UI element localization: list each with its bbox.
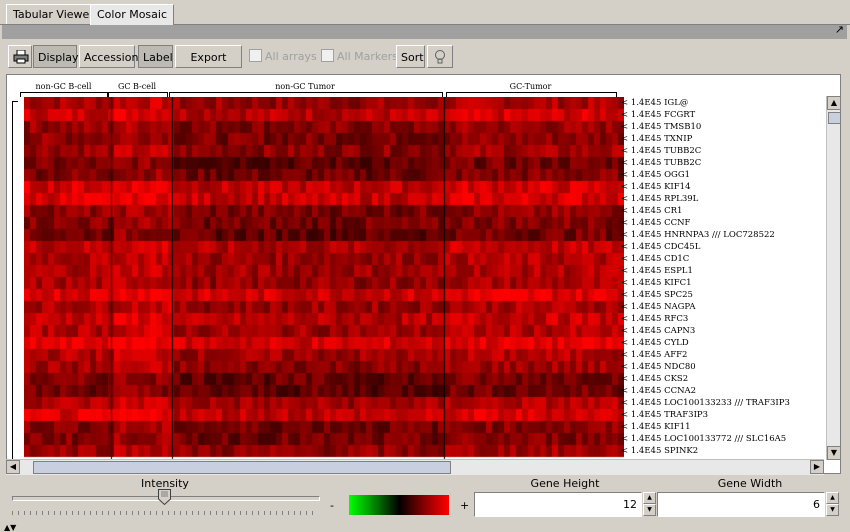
spin-up-icon[interactable]: ▲ — [643, 492, 656, 504]
maximize-icon[interactable]: ↗ — [835, 23, 844, 36]
gene-height-input[interactable]: 12 — [474, 492, 642, 517]
group-label-non-gc-tumor: non-GC Tumor — [275, 82, 335, 91]
marker-label: < 1.4E45 TXNIP — [621, 134, 693, 144]
gene-width-spinner[interactable]: ▲ ▼ — [826, 492, 839, 517]
toolbar: Display Accession Label Export Data All … — [0, 42, 850, 87]
lightbulb-button[interactable] — [427, 45, 453, 68]
marker-label: < 1.4E45 LOC100133233 /// TRAF3IP3 — [621, 398, 790, 408]
marker-label: < 1.4E45 IGL@ — [621, 98, 689, 108]
horizontal-scrollbar[interactable]: ◀ ▶ — [6, 459, 824, 475]
group-label-non-gc-b-cell: non-GC B-cell — [35, 82, 92, 91]
marker-label: < 1.4E45 SPINK2 — [621, 446, 699, 456]
colorbar-plus-label: + — [460, 499, 470, 512]
lightbulb-icon — [435, 50, 445, 64]
display-button[interactable]: Display — [33, 45, 79, 68]
scroll-left-button[interactable]: ◀ — [6, 460, 20, 474]
colorbar-minus-label: - — [330, 499, 334, 512]
horizontal-scroll-thumb[interactable] — [33, 461, 451, 474]
marker-label: < 1.4E45 KIF14 — [621, 182, 691, 192]
marker-label: < 1.4E45 TUBB2C — [621, 146, 702, 156]
tab-bar: Tabular Viewer Color Mosaic — [0, 0, 850, 25]
group-label-gc-tumor: GC-Tumor — [509, 82, 552, 91]
all-arrays-checkbox[interactable] — [249, 49, 262, 62]
marker-label: < 1.4E45 HNRNPA3 /// LOC728522 — [621, 230, 775, 240]
marker-label: < 1.4E45 TMSB10 — [621, 122, 702, 132]
export-data-button[interactable]: Export Data — [175, 45, 242, 87]
panel-title-bar: ↗ — [2, 23, 847, 39]
scroll-down-button[interactable]: ▼ — [827, 446, 840, 460]
marker-label: < 1.4E45 CD1C — [621, 254, 690, 264]
marker-label: < 1.4E45 CCNA2 — [621, 386, 697, 396]
spin-up-icon[interactable]: ▲ — [826, 492, 839, 504]
all-markers-label: All Markers — [337, 50, 398, 63]
bottom-controls: Intensity - + Gene Height 12 ▲ ▼ Gene Wid… — [0, 475, 850, 532]
vertical-scroll-thumb[interactable] — [828, 112, 840, 124]
spin-down-icon[interactable]: ▼ — [643, 504, 656, 516]
color-scale-bar — [349, 495, 449, 515]
all-markers-checkbox[interactable] — [321, 49, 334, 62]
marker-label: < 1.4E45 LOC100133772 /// SLC16A5 — [621, 434, 787, 444]
marker-label: < 1.4E45 OGG1 — [621, 170, 691, 180]
tab-color-mosaic[interactable]: Color Mosaic — [90, 4, 175, 25]
label-button[interactable]: Label — [138, 45, 173, 68]
gene-height-label: Gene Height — [530, 477, 600, 490]
marker-label-list: < 1.4E45 IGL@ < 1.4E45 FCGRT < 1.4E45 TMSB… — [621, 97, 821, 457]
gene-width-label: Gene Width — [717, 477, 783, 490]
marker-label: < 1.4E45 CR1 — [621, 206, 683, 216]
marker-label: < 1.4E45 CAPN3 — [621, 326, 696, 336]
marker-label: < 1.4E45 CKS2 — [621, 374, 689, 384]
marker-label: < 1.4E45 ESPL1 — [621, 266, 693, 276]
marker-label: < 1.4E45 CCNF — [621, 218, 691, 228]
dendrogram-bracket — [12, 101, 18, 473]
marker-label: < 1.4E45 CYLD — [621, 338, 689, 348]
gene-width-input[interactable]: 6 — [657, 492, 825, 517]
marker-label: < 1.4E45 NAGPA — [621, 302, 696, 312]
heatmap-mosaic[interactable] — [24, 97, 624, 459]
marker-label: < 1.4E45 KIFC1 — [621, 278, 692, 288]
all-arrays-label: All arrays — [265, 50, 317, 63]
marker-label: < 1.4E45 TUBB2C — [621, 158, 702, 168]
marker-label: < 1.4E45 RPL39L — [621, 194, 699, 204]
scroll-right-button[interactable]: ▶ — [810, 460, 824, 474]
printer-icon — [13, 49, 29, 64]
marker-label: < 1.4E45 CDC45L — [621, 242, 701, 252]
scroll-up-button[interactable]: ▲ — [827, 96, 840, 110]
vertical-scrollbar[interactable]: ▲ ▼ — [826, 96, 840, 460]
marker-label: < 1.4E45 KIF11 — [621, 422, 691, 432]
intensity-slider-knob[interactable] — [158, 489, 171, 505]
marker-label: < 1.4E45 AFF2 — [621, 350, 688, 360]
marker-label: < 1.4E45 FCGRT — [621, 110, 696, 120]
intensity-ticks — [12, 511, 318, 515]
accession-button[interactable]: Accession — [79, 45, 138, 68]
marker-label: < 1.4E45 SPC25 — [621, 290, 693, 300]
group-label-gc-b-cell: GC B-cell — [117, 82, 157, 91]
color-mosaic-panel: non-GC B-cell GC B-cell non-GC Tumor GC-… — [6, 74, 841, 474]
marker-label: < 1.4E45 TRAF3IP3 — [621, 410, 709, 420]
sort-button[interactable]: Sort — [396, 45, 425, 68]
marker-label: < 1.4E45 NDC80 — [621, 362, 696, 372]
print-button[interactable] — [8, 45, 32, 68]
tab-tabular-viewer[interactable]: Tabular Viewer — [6, 4, 100, 24]
spin-down-icon[interactable]: ▼ — [826, 504, 839, 516]
marker-label: < 1.4E45 RFC3 — [621, 314, 689, 324]
gene-height-spinner[interactable]: ▲ ▼ — [643, 492, 656, 517]
